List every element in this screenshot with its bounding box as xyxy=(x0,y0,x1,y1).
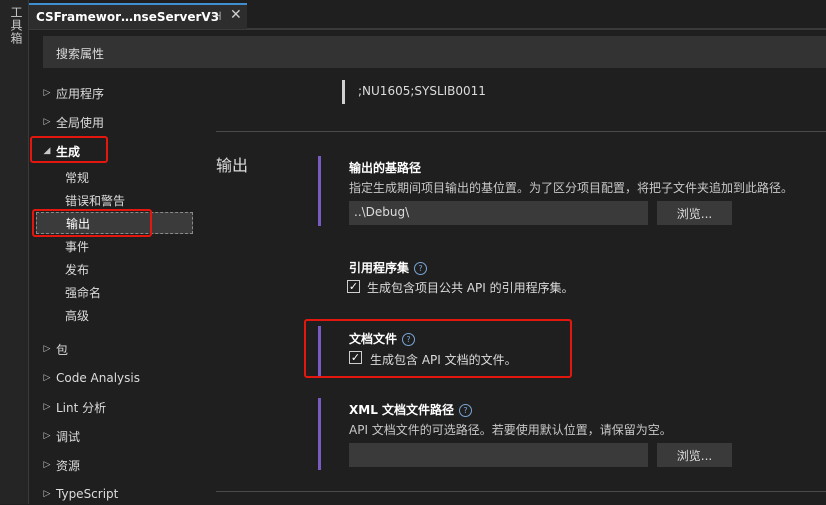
doc-file-label: 生成包含 API 文档的文件。 xyxy=(370,353,517,367)
nav-item-errors-warnings[interactable]: 错误和警告 xyxy=(36,189,225,211)
nav-item-package[interactable]: ▷ 包 xyxy=(36,338,196,360)
nav-item-application[interactable]: ▷ 应用程序 xyxy=(36,82,196,104)
nav-item-debug[interactable]: ▷ 调试 xyxy=(36,425,196,447)
nav-item-advanced[interactable]: 高级 xyxy=(36,304,225,326)
ref-assembly-label: 生成包含项目公共 API 的引用程序集。 xyxy=(367,281,574,295)
help-icon[interactable]: ? xyxy=(459,404,473,417)
output-settings: ;NU1605;SYSLIB0011 输出 输出的基路径 指定生成期间项目输出的… xyxy=(216,70,826,504)
nav-item-global-usings[interactable]: ▷ 全局使用 xyxy=(36,111,196,133)
xml-path-input[interactable] xyxy=(349,443,648,467)
nav-item-strong-name[interactable]: 强命名 xyxy=(36,281,225,303)
section-title: 输出 xyxy=(216,156,249,175)
pin-icon[interactable]: ⊣ xyxy=(211,9,221,23)
section-divider xyxy=(216,131,826,132)
nav-item-code-analysis[interactable]: ▷ Code Analysis xyxy=(36,367,196,389)
highlight-output xyxy=(32,209,152,237)
base-path-browse-button[interactable]: 浏览... xyxy=(657,201,732,225)
xml-path-browse-button[interactable]: 浏览... xyxy=(657,443,732,467)
ref-assembly-title: 引用程序集? xyxy=(349,259,428,276)
document-tabstrip: CSFramewor…nseServerV3 ⊣ ✕ xyxy=(29,0,826,30)
chevron-right-icon: ▷ xyxy=(43,88,51,98)
document-tab[interactable]: CSFramewor…nseServerV3 ⊣ ✕ xyxy=(29,3,247,29)
highlight-build xyxy=(30,136,108,163)
xml-path-title: XML 文档文件路径? xyxy=(349,401,473,418)
section-divider xyxy=(216,491,826,492)
base-path-input[interactable]: ..\Debug\ xyxy=(349,201,648,225)
nav-item-resources[interactable]: ▷ 资源 xyxy=(36,454,196,476)
chevron-right-icon: ▷ xyxy=(43,489,51,499)
base-path-title: 输出的基路径 xyxy=(349,161,422,175)
chevron-right-icon: ▷ xyxy=(43,402,51,412)
tab-title: CSFramewor…nseServerV3 xyxy=(36,10,220,24)
search-input[interactable]: 搜索属性 xyxy=(43,36,826,68)
nav-item-events[interactable]: 事件 xyxy=(36,235,225,257)
nav-item-typescript[interactable]: ▷ TypeScript xyxy=(36,483,196,505)
doc-file-title: 文档文件? xyxy=(349,330,416,347)
previous-field-bar xyxy=(342,80,345,104)
help-icon[interactable]: ? xyxy=(402,333,416,346)
chevron-right-icon: ▷ xyxy=(43,344,51,354)
chevron-right-icon: ▷ xyxy=(43,460,51,470)
toolbox-label[interactable]: 工具箱 xyxy=(8,6,25,45)
toolbox-strip[interactable]: 工具箱 xyxy=(0,0,29,504)
doc-file-checkbox[interactable]: ✓ xyxy=(349,351,362,364)
ref-assembly-checkbox[interactable]: ✓ xyxy=(347,280,360,293)
search-placeholder: 搜索属性 xyxy=(56,47,105,61)
help-icon[interactable]: ? xyxy=(414,262,428,275)
field-accent-bar xyxy=(318,326,321,376)
nav-item-publish[interactable]: 发布 xyxy=(36,258,225,280)
chevron-right-icon: ▷ xyxy=(43,431,51,441)
base-path-description: 指定生成期间项目输出的基位置。为了区分项目配置，将把子文件夹追加到此路径。 xyxy=(349,181,794,195)
chevron-right-icon: ▷ xyxy=(43,117,51,127)
chevron-right-icon: ▷ xyxy=(43,373,51,383)
nav-item-general[interactable]: 常规 xyxy=(36,166,225,188)
field-accent-bar xyxy=(318,156,321,226)
nav-item-lint[interactable]: ▷ Lint 分析 xyxy=(36,396,196,418)
field-accent-bar xyxy=(318,398,321,470)
close-icon[interactable]: ✕ xyxy=(230,7,242,23)
xml-path-description: API 文档文件的可选路径。若要使用默认位置，请保留为空。 xyxy=(349,423,672,437)
suppress-warnings-value: ;NU1605;SYSLIB0011 xyxy=(358,84,486,98)
